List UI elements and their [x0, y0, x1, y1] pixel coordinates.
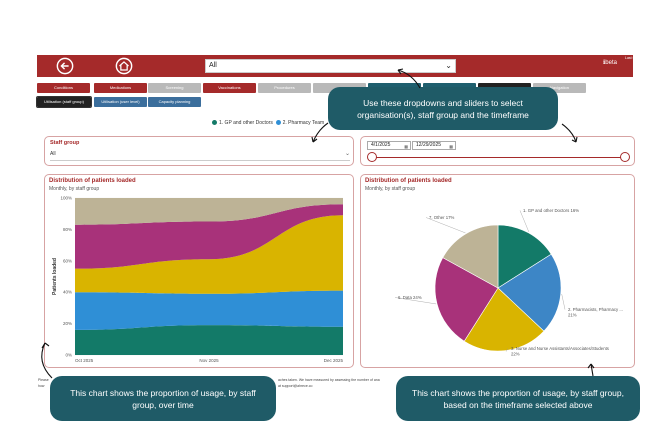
date-slider-track[interactable] [368, 157, 626, 158]
y-tick-label: 20% [63, 321, 72, 326]
callout-pie-chart: This chart shows the proportion of usage… [396, 376, 640, 421]
tab-label: Medications [109, 85, 132, 90]
end-date-input[interactable]: 12/29/2025 ▦ [412, 141, 456, 150]
callout-filters-text: Use these dropdowns and sliders to selec… [357, 97, 529, 120]
date-slider-end-handle[interactable] [620, 152, 630, 162]
legend-item-gp: 1. GP and other Doctors [219, 120, 273, 126]
x-tick-label: Dec 2025 [324, 358, 344, 363]
staff-group-select[interactable]: All ⌄ [50, 151, 350, 161]
legend-item-pharmacy: 2. Pharmacy Team [282, 120, 325, 126]
last-updated-label: Last updated [625, 56, 646, 60]
tab-tabs-row1-0[interactable]: Conditions [37, 83, 90, 93]
x-tick-label: Nov 2025 [199, 358, 219, 363]
chevron-down-icon: ⌄ [344, 151, 350, 157]
staff-group-card: Staff group All ⌄ [44, 136, 354, 166]
pie-slice-label-5: 7. Other 17% [429, 215, 454, 220]
beta-text: beta [605, 60, 617, 66]
tab-label: Vaccinations [218, 85, 241, 90]
tab-tabs-row1-1[interactable]: Medications [94, 83, 147, 93]
start-date-value: 4/1/2025 [371, 142, 391, 148]
back-arrow-icon[interactable] [56, 57, 74, 75]
start-date-input[interactable]: 4/1/2025 ▦ [367, 141, 411, 150]
dashboard-screenshot: All ⌄ ℹbeta Last updated Conditions Medic… [0, 0, 670, 446]
pie-chart-card: Distribution of patients loaded Monthly,… [360, 174, 635, 368]
tab-label: Capacity planning [158, 99, 191, 104]
legend-dot-pharmacy [275, 120, 281, 126]
organisation-select-value: All [209, 62, 217, 69]
x-tick-label: Oct 2025 [75, 358, 94, 363]
tab-tabs-row1-4[interactable]: Procedures [258, 83, 311, 93]
area-chart-card: Distribution of patients loaded Monthly,… [44, 174, 354, 368]
tab-label: Utilisation (staff group) [44, 99, 84, 104]
tab-tabs-row2-1[interactable]: Utilisation (user level) [94, 97, 147, 107]
chevron-down-icon: ⌄ [445, 61, 452, 70]
tab-tabs-row2-2[interactable]: Capacity planning [148, 97, 201, 107]
tab-label: Procedures [274, 85, 295, 90]
staff-group-value: All [50, 151, 56, 157]
date-slider-start-handle[interactable] [367, 152, 377, 162]
callout-filters: Use these dropdowns and sliders to selec… [328, 87, 558, 130]
tab-label: Conditions [54, 85, 73, 90]
y-tick-label: 40% [63, 290, 72, 295]
organisation-select[interactable]: All ⌄ [205, 59, 456, 73]
staff-group-title: Staff group [50, 140, 80, 146]
date-range-card: 4/1/2025 ▦ 12/29/2025 ▦ [360, 136, 635, 166]
area-series-2[interactable] [75, 290, 343, 330]
pie-slice-label-4: 6. Data 24% [398, 295, 422, 300]
footnote-line1-start: Please [38, 378, 49, 382]
y-tick-label: 60% [63, 258, 72, 263]
tab-tabs-row1-3[interactable]: Vaccinations [203, 83, 256, 93]
pie-leader-line [519, 210, 530, 232]
callout-pie-chart-text: This chart shows the proportion of usage… [412, 387, 624, 410]
pie-slice-label-1: 1. GP and other Doctors 16% [523, 208, 579, 213]
area-chart-title: Distribution of patients loaded [49, 178, 136, 184]
tab-tabs-row1-2[interactable]: Screening [148, 83, 201, 93]
pie-chart-title: Distribution of patients loaded [365, 178, 452, 184]
y-axis-label: Patients loaded [52, 258, 58, 295]
callout-area-chart-text: This chart shows the proportion of usage… [70, 387, 256, 410]
callout-area-chart: This chart shows the proportion of usage… [50, 376, 276, 421]
tab-tabs-row2-0[interactable]: Utilisation (staff group) [36, 96, 92, 108]
top-bar: All ⌄ ℹbeta Last updated [37, 55, 645, 77]
calendar-icon: ▦ [404, 144, 408, 149]
pie-slice-label-2: 2. Pharmacists, Pharmacy ... 21% [568, 307, 623, 318]
tab-label: Screening [165, 85, 184, 90]
y-tick-label: 80% [63, 227, 72, 232]
legend-dot-gp [212, 120, 217, 126]
chart-legend: 1. GP and other Doctors 2. Pharmacy Team [212, 120, 324, 126]
tab-label: Utilisation (user level) [101, 99, 140, 104]
area-series-1[interactable] [75, 325, 343, 355]
pie-chart: 1. GP and other Doctors 16% 2. Pharmacist… [394, 208, 623, 357]
pie-leader-line [561, 293, 566, 310]
pie-slice-label-3: 3. Nurse and Nurse Assistants/Associates… [511, 346, 609, 357]
footnote-line2-end: at support@ahrece.co [278, 384, 313, 388]
y-tick-label: 0% [65, 353, 72, 358]
end-date-value: 12/29/2025 [416, 142, 442, 148]
calendar-icon: ▦ [449, 144, 453, 149]
footnote-line1-end: aches taken. We have measured by assessi… [278, 378, 380, 382]
area-chart: 0% 20% 40% 60% 80% 100% Oct 2025 Nov 2025 Dec 20… [52, 196, 344, 364]
home-icon[interactable] [115, 57, 133, 75]
y-tick-label: 100% [60, 196, 72, 201]
beta-label: ℹbeta [603, 59, 617, 66]
footnote-line2-start: how [38, 384, 45, 388]
